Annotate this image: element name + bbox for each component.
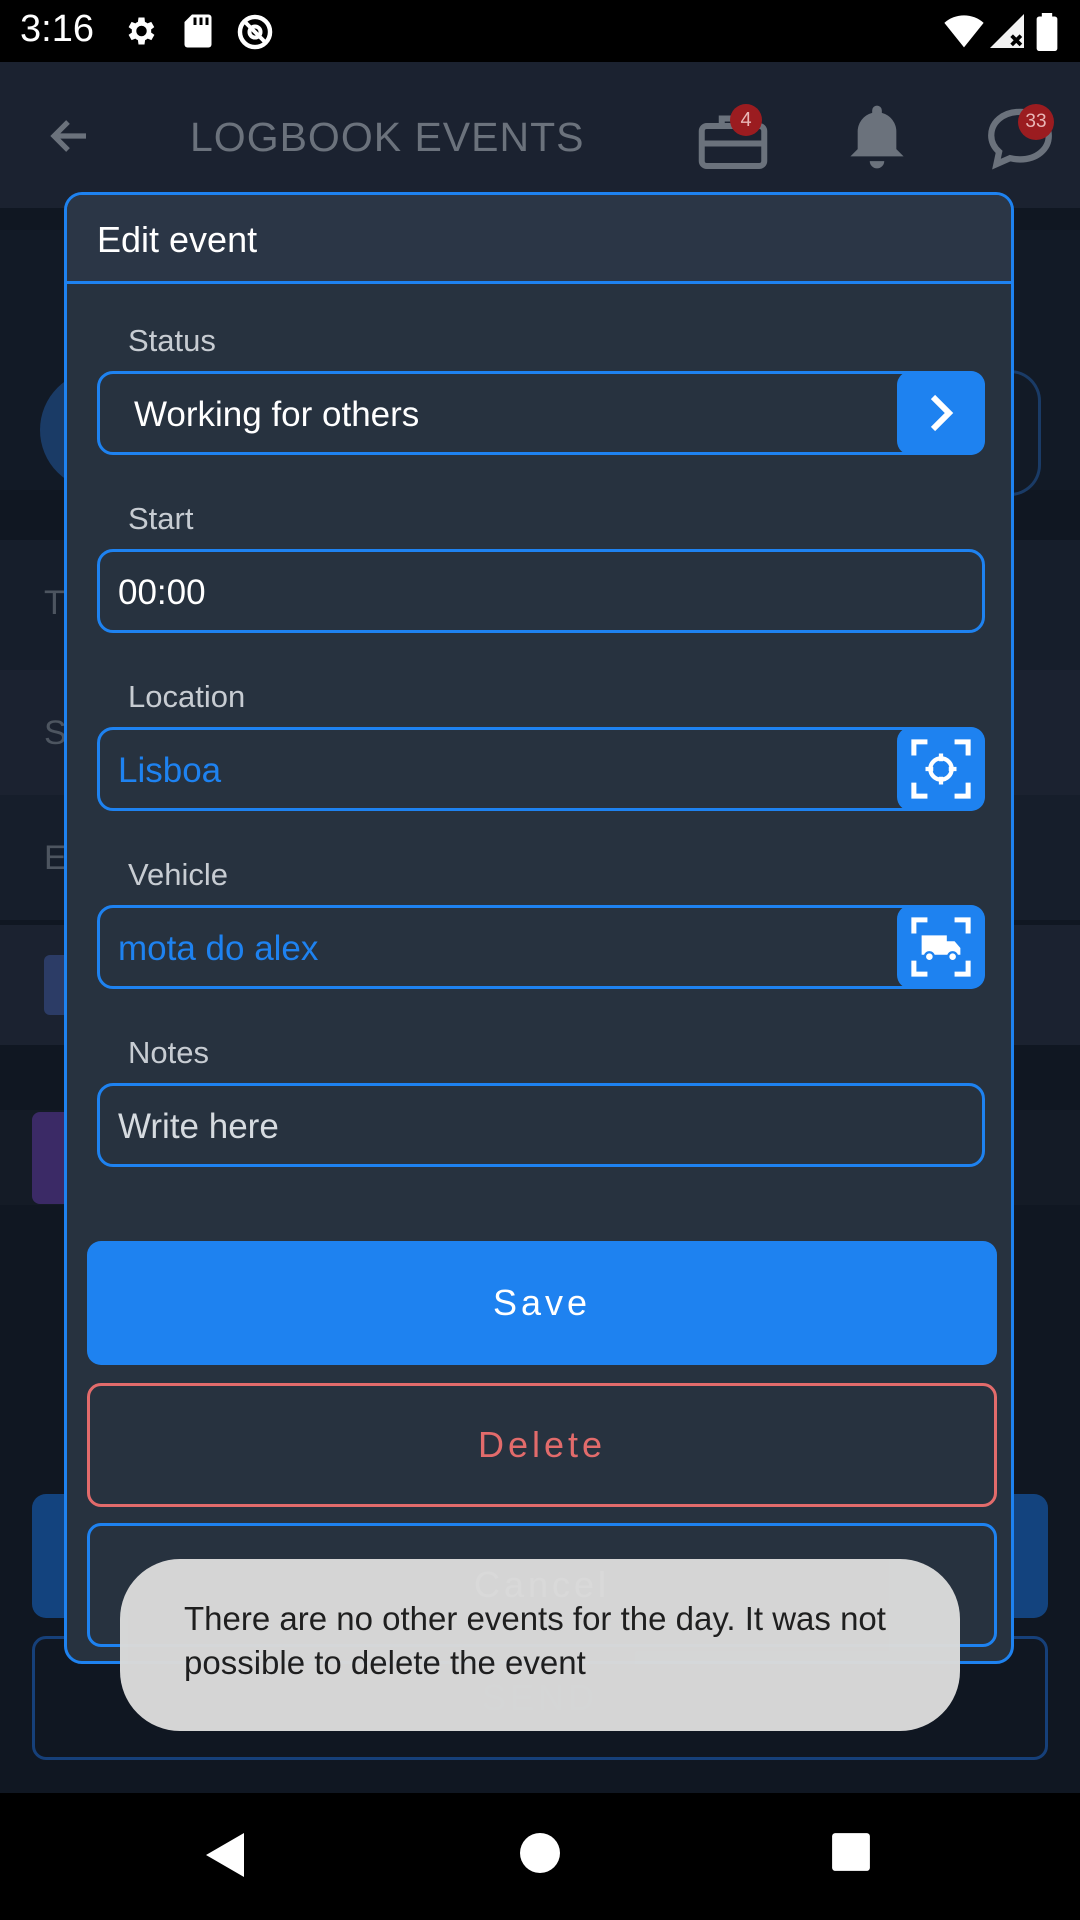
- status-label: Status: [128, 323, 216, 358]
- status-value: Working for others: [134, 395, 420, 434]
- bell-icon[interactable]: [848, 102, 906, 172]
- chat-badge: 33: [1018, 104, 1054, 140]
- back-arrow-icon[interactable]: [46, 112, 94, 160]
- notes-input[interactable]: Write here: [97, 1083, 985, 1167]
- signal-icon: [990, 14, 1024, 48]
- status-next-button[interactable]: [897, 371, 985, 455]
- start-time-field[interactable]: 00:00: [97, 549, 985, 633]
- system-nav-bar: [0, 1793, 1080, 1920]
- background-letter-1: T: [44, 584, 65, 622]
- start-time-value: 00:00: [118, 573, 206, 612]
- vehicle-scan-button[interactable]: [897, 905, 985, 989]
- delete-button[interactable]: Delete: [87, 1383, 997, 1507]
- notes-placeholder: Write here: [118, 1107, 279, 1146]
- briefcase-badge: 4: [730, 104, 762, 136]
- gps-target-icon: [911, 739, 971, 799]
- nav-home-icon[interactable]: [518, 1831, 562, 1875]
- location-value: Lisboa: [118, 751, 222, 790]
- nav-recents-icon[interactable]: [830, 1831, 872, 1873]
- settings-icon: [128, 17, 155, 45]
- nav-back-icon[interactable]: [204, 1831, 248, 1879]
- status-time: 3:16: [20, 8, 94, 50]
- location-label: Location: [128, 679, 246, 714]
- wifi-icon: [944, 15, 984, 48]
- vehicle-field[interactable]: mota do alex: [97, 905, 985, 989]
- edit-event-dialog: Edit event Status Working for others Sta…: [64, 192, 1014, 1664]
- vehicle-value: mota do alex: [118, 929, 319, 968]
- battery-icon: [1036, 13, 1058, 51]
- chevron-right-icon: [930, 394, 954, 432]
- dialog-title: Edit event: [97, 219, 258, 260]
- vehicle-label: Vehicle: [128, 857, 228, 892]
- save-button[interactable]: Save: [87, 1241, 997, 1365]
- data-saver-icon: [237, 14, 273, 50]
- locate-button[interactable]: [897, 727, 985, 811]
- toast-message: There are no other events for the day. I…: [120, 1559, 960, 1731]
- sd-card-icon: [184, 14, 212, 48]
- dialog-header: Edit event: [67, 195, 1011, 284]
- page-title: LOGBOOK EVENTS: [190, 114, 585, 160]
- status-select[interactable]: Working for others: [97, 371, 985, 455]
- location-field[interactable]: Lisboa: [97, 727, 985, 811]
- truck-scan-icon: [911, 917, 971, 977]
- start-label: Start: [128, 501, 194, 536]
- notes-label: Notes: [128, 1035, 209, 1070]
- background-circle-right: [1010, 370, 1041, 496]
- status-bar: 3:16: [0, 0, 1080, 62]
